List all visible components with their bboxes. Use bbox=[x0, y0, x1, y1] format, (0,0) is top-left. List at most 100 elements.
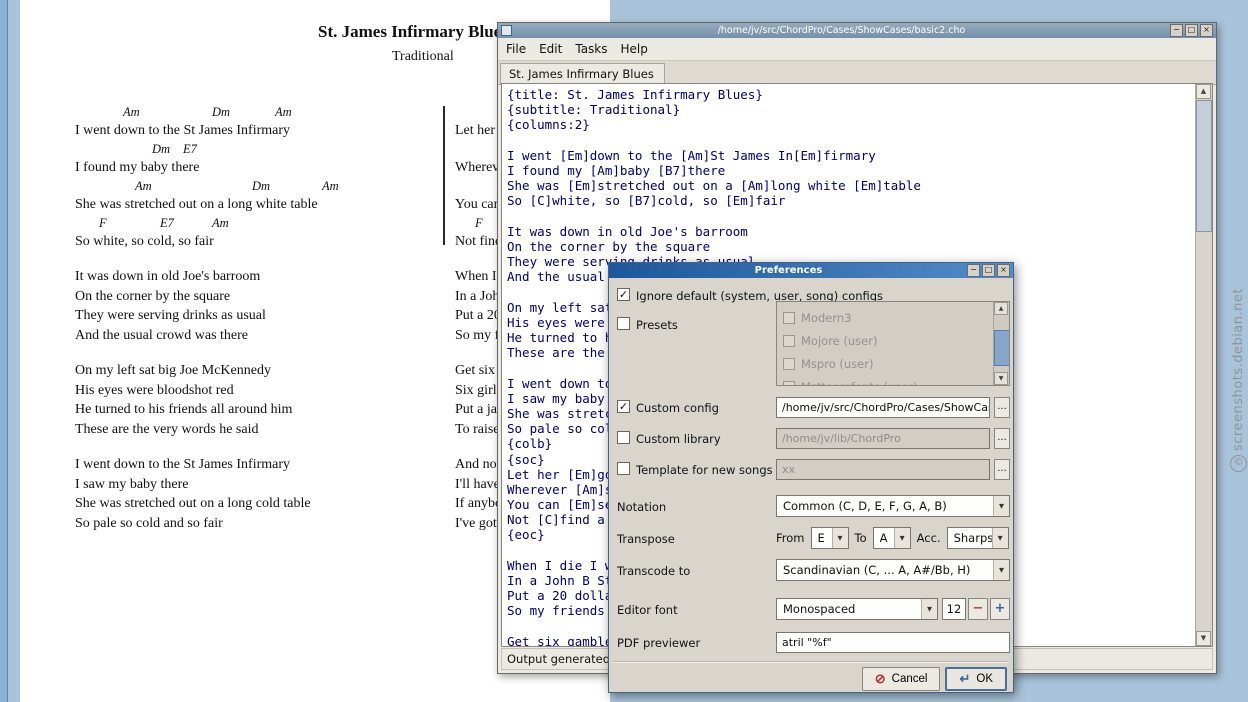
editor-line: {subtitle: Traditional} bbox=[507, 102, 1192, 117]
button-separator bbox=[613, 661, 1009, 663]
status-text: Output generated, s bbox=[507, 652, 623, 666]
menu-file[interactable]: File bbox=[506, 42, 526, 56]
desktop: St. James Infirmary Blues Traditional Am… bbox=[0, 0, 1248, 702]
preset-item: Modern3 bbox=[777, 306, 994, 329]
window-icon bbox=[501, 25, 512, 36]
transpose-from-select[interactable]: E bbox=[811, 527, 849, 549]
verse-block: On my left sat big Joe McKennedyHis eyes… bbox=[75, 361, 495, 439]
presets-listbox[interactable]: Modern3Mojore (user)Mspro (user)Msttcore… bbox=[776, 301, 1010, 386]
scrollbar-thumb[interactable] bbox=[1196, 100, 1212, 232]
chord: E7 bbox=[160, 216, 174, 231]
scroll-down-icon[interactable]: ▼ bbox=[994, 372, 1008, 385]
editor-line: On the corner by the square bbox=[507, 239, 1192, 254]
transcode-value: Scandinavian (C, ... A, A#/Bb, H) bbox=[783, 563, 993, 577]
custom-library-row: Custom library /home/jv/lib/ChordPro ... bbox=[609, 427, 1013, 451]
custom-config-row: Custom config /home/jv/src/ChordPro/Case… bbox=[609, 396, 1013, 420]
ok-button[interactable]: OK bbox=[945, 667, 1007, 691]
from-label: From bbox=[776, 531, 805, 545]
verse-block: I went down to the St James InfirmaryI s… bbox=[75, 455, 495, 533]
chord: Dm bbox=[252, 179, 270, 194]
dialog-close-button[interactable]: × bbox=[997, 264, 1010, 277]
custom-config-browse-button[interactable]: ... bbox=[994, 397, 1010, 418]
editor-font-select[interactable]: Monospaced bbox=[776, 598, 938, 620]
preset-checkbox bbox=[783, 358, 795, 370]
font-size-increase-button[interactable]: + bbox=[990, 598, 1010, 620]
presets-scrollbar[interactable]: ▲ ▼ bbox=[993, 302, 1009, 385]
custom-config-checkbox[interactable] bbox=[617, 400, 630, 413]
lyric-line: I saw my baby there bbox=[75, 475, 495, 495]
pdf-previewer-input[interactable]: atril "%f" bbox=[776, 632, 1010, 653]
custom-library-input[interactable]: /home/jv/lib/ChordPro bbox=[776, 428, 990, 449]
chord: F bbox=[475, 216, 483, 231]
chevron-down-icon bbox=[894, 528, 910, 548]
lyric-line: She was stretched out on a long cold tab… bbox=[75, 494, 495, 514]
watermark-text: screenshots.debian.net bbox=[1231, 288, 1246, 451]
template-input[interactable]: xx bbox=[776, 459, 990, 480]
chord-lyric-row: DmE7I found my baby there bbox=[75, 140, 495, 177]
chord-lyric-row: FE7AmSo white, so cold, so fair bbox=[75, 214, 495, 251]
font-size-decrease-button[interactable]: − bbox=[968, 598, 988, 620]
preferences-title: Preferences bbox=[612, 263, 965, 278]
scroll-down-icon[interactable]: ▼ bbox=[1196, 631, 1211, 646]
scroll-up-icon[interactable]: ▲ bbox=[1196, 84, 1211, 99]
chord: Am bbox=[275, 105, 292, 120]
chord: E7 bbox=[183, 142, 197, 157]
lyric-line: I found my baby there bbox=[75, 158, 199, 177]
custom-library-browse-button[interactable]: ... bbox=[994, 428, 1010, 449]
chord: Am bbox=[123, 105, 140, 120]
transcode-row: Transcode to Scandinavian (C, ... A, A#/… bbox=[609, 559, 1013, 583]
editor-scrollbar[interactable]: ▲ ▼ bbox=[1195, 84, 1212, 646]
notation-select[interactable]: Common (C, D, E, F, G, A, B) bbox=[776, 495, 1010, 517]
menu-tasks[interactable]: Tasks bbox=[575, 42, 607, 56]
scroll-up-icon[interactable]: ▲ bbox=[994, 302, 1008, 315]
preferences-titlebar[interactable]: Preferences − □ × bbox=[609, 263, 1013, 278]
lyric-line: On my left sat big Joe McKennedy bbox=[75, 361, 495, 381]
copyright-icon: © bbox=[1230, 455, 1247, 472]
chord: Am bbox=[322, 179, 339, 194]
editor-line: So [C]white, so [B7]cold, so [Em]fair bbox=[507, 193, 1192, 208]
presets-checkbox[interactable] bbox=[617, 317, 630, 330]
editor-titlebar[interactable]: /home/jv/src/ChordPro/Cases/ShowCases/ba… bbox=[498, 23, 1216, 38]
transcode-select[interactable]: Scandinavian (C, ... A, A#/Bb, H) bbox=[776, 559, 1010, 581]
close-button[interactable]: × bbox=[1200, 24, 1213, 37]
editor-line: I found my [Am]baby [B7]there bbox=[507, 163, 1192, 178]
template-checkbox[interactable] bbox=[617, 462, 630, 475]
transpose-to-value: A bbox=[880, 531, 894, 545]
cancel-button[interactable]: Cancel bbox=[862, 667, 941, 691]
dialog-minimize-button[interactable]: − bbox=[967, 264, 980, 277]
chevron-down-icon bbox=[832, 528, 848, 548]
editor-line: It was down in old Joe's barroom bbox=[507, 224, 1192, 239]
font-size-input[interactable]: 12 bbox=[942, 598, 966, 620]
menu-help[interactable]: Help bbox=[621, 42, 648, 56]
chord: Am bbox=[212, 216, 229, 231]
editor-menubar: File Edit Tasks Help bbox=[498, 38, 1216, 61]
chord: Dm bbox=[212, 105, 230, 120]
preset-item: Mojore (user) bbox=[777, 329, 994, 352]
cancel-icon bbox=[875, 671, 886, 687]
custom-library-checkbox[interactable] bbox=[617, 431, 630, 444]
chevron-down-icon bbox=[993, 496, 1009, 516]
editor-tabbar: St. James Infirmary Blues bbox=[498, 61, 1216, 85]
accidentals-select[interactable]: Sharps bbox=[947, 527, 1009, 549]
chevron-down-icon bbox=[992, 528, 1008, 548]
scrollbar-thumb[interactable] bbox=[994, 330, 1010, 366]
lyric-line: These are the very words he said bbox=[75, 420, 495, 440]
editor-line: She was [Em]stretched out on a [Am]long … bbox=[507, 178, 1192, 193]
lyric-line: It was down in old Joe's barroom bbox=[75, 267, 495, 287]
menu-edit[interactable]: Edit bbox=[539, 42, 562, 56]
custom-config-label: Custom config bbox=[636, 401, 719, 415]
chord-lyric-row: AmDmAmShe was stretched out on a long wh… bbox=[75, 177, 495, 214]
ignore-default-checkbox[interactable] bbox=[617, 288, 630, 301]
maximize-button[interactable]: □ bbox=[1185, 24, 1198, 37]
custom-config-input[interactable]: /home/jv/src/ChordPro/Cases/ShowCases bbox=[776, 397, 990, 418]
song-title: St. James Infirmary Blues bbox=[318, 22, 508, 42]
transpose-to-select[interactable]: A bbox=[873, 527, 911, 549]
lyric-line: On the corner by the square bbox=[75, 287, 495, 307]
minimize-button[interactable]: − bbox=[1170, 24, 1183, 37]
template-browse-button[interactable]: ... bbox=[994, 459, 1010, 480]
preset-checkbox bbox=[783, 312, 795, 324]
cancel-label: Cancel bbox=[892, 673, 928, 685]
to-label: To bbox=[855, 531, 867, 545]
tab-song[interactable]: St. James Infirmary Blues bbox=[500, 63, 665, 84]
dialog-maximize-button[interactable]: □ bbox=[982, 264, 995, 277]
